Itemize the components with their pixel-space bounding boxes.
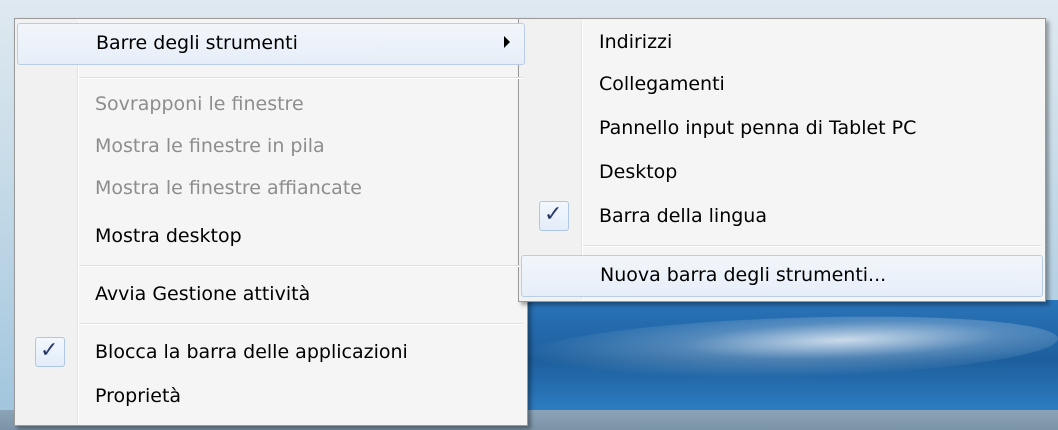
menu-item-stack-windows[interactable]: Mostra le finestre in pila [17,127,525,167]
menu-item-task-manager[interactable]: Avvia Gestione attività [17,275,525,315]
menu-item-label: Barra della lingua [599,205,767,227]
menu-item-label: Mostra le finestre in pila [95,135,325,157]
check-box-frame: ✓ [539,201,569,231]
menu-item-label: Mostra le finestre affiancate [95,177,362,199]
menu-item-label: Collegamenti [599,73,725,95]
menu-item-label: Barre degli strumenti [96,32,298,54]
checkmark-icon: ✓ [544,202,563,227]
menu-item-label: Sovrapponi le finestre [95,93,304,115]
menu-item-label: Indirizzi [599,31,673,53]
menu-separator [583,245,1041,246]
menu-item-properties[interactable]: Proprietà [17,377,525,417]
menu-item-show-desktop[interactable]: Mostra desktop [17,217,525,257]
menu-item-cascade-windows[interactable]: Sovrapponi le finestre [17,85,525,125]
menu-item-label: Blocca la barra delle applicazioni [95,341,408,363]
chevron-right-icon [504,36,510,48]
menu-item-label: Nuova barra degli strumenti... [600,264,887,286]
submenu-item-new-toolbar[interactable]: Nuova barra degli strumenti... [521,255,1043,297]
menu-item-label: Pannello input penna di Tablet PC [599,117,917,139]
submenu-item-tablet-pc-input-panel[interactable]: Pannello input penna di Tablet PC [521,109,1043,149]
menu-item-label: Proprietà [95,385,182,407]
menu-separator [79,265,523,266]
submenu-item-language-bar[interactable]: ✓ Barra della lingua [521,197,1043,237]
menu-item-label: Avvia Gestione attività [95,283,311,305]
toolbars-submenu: Indirizzi Collegamenti Pannello input pe… [518,18,1046,302]
submenu-item-links[interactable]: Collegamenti [521,65,1043,105]
taskbar-context-menu: Barre degli strumenti Sovrapponi le fine… [14,18,528,426]
menu-separator [79,323,523,324]
checkmark-icon: ✓ [40,338,59,363]
menu-item-label: Mostra desktop [95,225,242,247]
menu-item-toolbars[interactable]: Barre degli strumenti [17,23,525,65]
submenu-item-desktop[interactable]: Desktop [521,153,1043,193]
menu-item-side-by-side-windows[interactable]: Mostra le finestre affiancate [17,169,525,209]
menu-separator [79,77,523,78]
submenu-item-address[interactable]: Indirizzi [521,23,1043,63]
check-box-frame: ✓ [35,337,65,367]
menu-item-label: Desktop [599,161,678,183]
menu-item-lock-taskbar[interactable]: ✓ Blocca la barra delle applicazioni [17,333,525,373]
